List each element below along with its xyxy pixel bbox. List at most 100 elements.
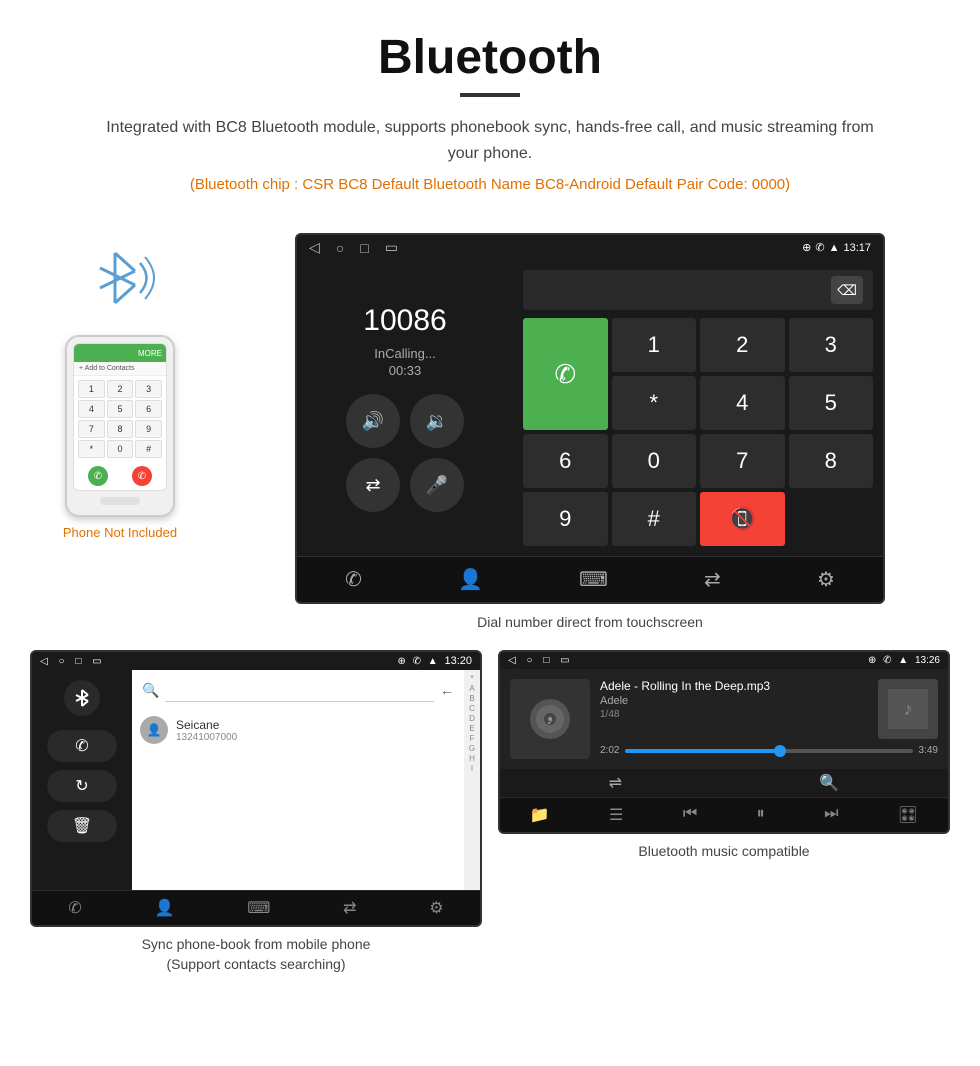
- album-art-main: ♪: [510, 679, 590, 759]
- nav-keypad-button[interactable]: ⌨: [579, 567, 608, 592]
- bluetooth-info: (Bluetooth chip : CSR BC8 Default Blueto…: [60, 176, 920, 193]
- volume-up-button[interactable]: 🔊: [346, 394, 400, 448]
- music-nav-folder[interactable]: 📁: [530, 805, 550, 825]
- pb-nav-settings[interactable]: ⚙: [429, 898, 443, 918]
- page-header: Bluetooth Integrated with BC8 Bluetooth …: [0, 0, 980, 223]
- pb-search-input[interactable]: [165, 678, 434, 702]
- dialer-timer: 00:33: [389, 363, 422, 378]
- nav-transfer-button[interactable]: ⇄: [704, 567, 721, 592]
- music-home-nav[interactable]: ○: [526, 655, 532, 666]
- pb-alpha-b[interactable]: B: [469, 694, 474, 703]
- music-current-time: 2:02: [600, 745, 619, 756]
- phone-key-1[interactable]: 1: [78, 380, 105, 398]
- dialer-number: 10086: [363, 304, 446, 338]
- dialer-left-panel: 10086 InCalling... 00:33 🔊 🔉 ⇄ 🎤: [297, 260, 513, 556]
- dial-key-6[interactable]: 6: [523, 434, 608, 488]
- music-nav-next[interactable]: ⏭: [824, 805, 838, 825]
- dialer-delete-button[interactable]: ⌫: [831, 276, 863, 304]
- pb-search-icon[interactable]: 🔍: [142, 682, 159, 699]
- pb-list-area: 🔍 ← 👤 Seicane 13241007000: [132, 670, 480, 890]
- album-disc: ♪: [530, 699, 570, 739]
- status-time: 13:17: [843, 242, 871, 254]
- phone-screen: MORE + Add to Contacts 1 2 3 4 5 6 7 8 9…: [73, 343, 167, 491]
- pb-alpha-h[interactable]: H: [469, 754, 475, 763]
- phone-key-6[interactable]: 6: [135, 400, 162, 418]
- dial-key-3[interactable]: 3: [789, 318, 874, 372]
- music-nav-list[interactable]: ☰: [609, 805, 623, 825]
- dial-key-2[interactable]: 2: [700, 318, 785, 372]
- dial-screenshot-wrap: ◁ ○ □ ▭ ⊕ ✆ ▲ 13:17 10086 InCalling...: [230, 233, 950, 630]
- dial-key-4[interactable]: 4: [700, 376, 785, 430]
- dial-caption: Dial number direct from touchscreen: [477, 614, 703, 630]
- pb-alpha-i[interactable]: I: [471, 764, 473, 773]
- pb-bt-icon[interactable]: [64, 680, 100, 716]
- phone-key-8[interactable]: 8: [107, 420, 134, 438]
- music-recents-nav[interactable]: □: [543, 655, 549, 666]
- phone-key-3[interactable]: 3: [135, 380, 162, 398]
- pb-refresh-btn[interactable]: ↻: [47, 770, 117, 802]
- bluetooth-signal-icon: [85, 243, 155, 325]
- phone-end-button[interactable]: ✆: [132, 466, 152, 486]
- music-search-icon[interactable]: 🔍: [819, 773, 839, 793]
- pb-nav-contacts[interactable]: 👤: [155, 898, 175, 918]
- dial-key-9[interactable]: 9: [523, 492, 608, 546]
- phone-top-bar: MORE: [74, 344, 166, 362]
- phone-key-hash[interactable]: #: [135, 440, 162, 458]
- pb-back-icon[interactable]: ←: [440, 682, 454, 698]
- dial-key-hash[interactable]: #: [612, 492, 697, 546]
- phone-key-2[interactable]: 2: [107, 380, 134, 398]
- dial-key-0[interactable]: 0: [612, 434, 697, 488]
- music-progress-bar[interactable]: [625, 749, 912, 753]
- pb-alpha-g[interactable]: G: [469, 744, 475, 753]
- title-underline: [460, 93, 520, 97]
- pb-nav-transfer[interactable]: ⇄: [343, 898, 356, 918]
- pb-phone-btn[interactable]: ✆: [47, 730, 117, 762]
- music-nav-eq[interactable]: 🎛: [898, 805, 918, 825]
- pb-back-nav[interactable]: ◁: [40, 656, 48, 667]
- pb-recents-nav[interactable]: □: [75, 656, 81, 667]
- pb-alpha-f[interactable]: F: [470, 734, 475, 743]
- pb-nav-keypad[interactable]: ⌨: [247, 898, 270, 918]
- dial-key-7[interactable]: 7: [700, 434, 785, 488]
- pb-contact-row[interactable]: 👤 Seicane 13241007000: [138, 710, 458, 750]
- dial-key-star[interactable]: *: [612, 376, 697, 430]
- dial-key-end[interactable]: 📵: [700, 492, 785, 546]
- phone-key-7[interactable]: 7: [78, 420, 105, 438]
- music-nav-prev[interactable]: ⏮: [683, 805, 697, 825]
- pb-delete-btn[interactable]: 🗑: [47, 810, 117, 842]
- transfer-button[interactable]: ⇄: [346, 458, 400, 512]
- nav-settings-button[interactable]: ⚙: [817, 567, 835, 592]
- pb-alpha-d[interactable]: D: [469, 714, 475, 723]
- pb-alpha-e[interactable]: E: [469, 724, 474, 733]
- volume-down-button[interactable]: 🔉: [410, 394, 464, 448]
- notification-icon: ▭: [385, 239, 398, 256]
- home-icon[interactable]: ○: [336, 240, 344, 256]
- pb-nav-phone[interactable]: ✆: [68, 898, 81, 918]
- music-shuffle-icon[interactable]: ⇌: [609, 773, 622, 793]
- phone-key-4[interactable]: 4: [78, 400, 105, 418]
- dial-key-8[interactable]: 8: [789, 434, 874, 488]
- nav-phone-button[interactable]: ✆: [345, 567, 362, 592]
- back-icon[interactable]: ◁: [309, 239, 320, 256]
- phone-key-0[interactable]: 0: [107, 440, 134, 458]
- phone-call-button[interactable]: ✆: [88, 466, 108, 486]
- pb-home-nav[interactable]: ○: [58, 656, 64, 667]
- music-signal-icon: ▲: [898, 655, 908, 666]
- music-caption: Bluetooth music compatible: [638, 842, 809, 862]
- pb-alpha-star[interactable]: *: [470, 674, 473, 683]
- phone-key-star[interactable]: *: [78, 440, 105, 458]
- nav-contacts-button[interactable]: 👤: [458, 567, 483, 592]
- dial-key-5[interactable]: 5: [789, 376, 874, 430]
- pb-call-icon: ✆: [413, 656, 421, 667]
- phone-key-9[interactable]: 9: [135, 420, 162, 438]
- music-back-nav[interactable]: ◁: [508, 655, 516, 666]
- mic-button[interactable]: 🎤: [410, 458, 464, 512]
- dial-key-1[interactable]: 1: [612, 318, 697, 372]
- pb-alpha-a[interactable]: A: [469, 684, 474, 693]
- dial-key-call[interactable]: ✆: [523, 318, 608, 430]
- recents-icon[interactable]: □: [360, 240, 368, 256]
- svg-text:♪: ♪: [547, 711, 554, 727]
- phone-key-5[interactable]: 5: [107, 400, 134, 418]
- pb-alpha-c[interactable]: C: [469, 704, 475, 713]
- music-nav-play[interactable]: ⏸: [757, 805, 765, 825]
